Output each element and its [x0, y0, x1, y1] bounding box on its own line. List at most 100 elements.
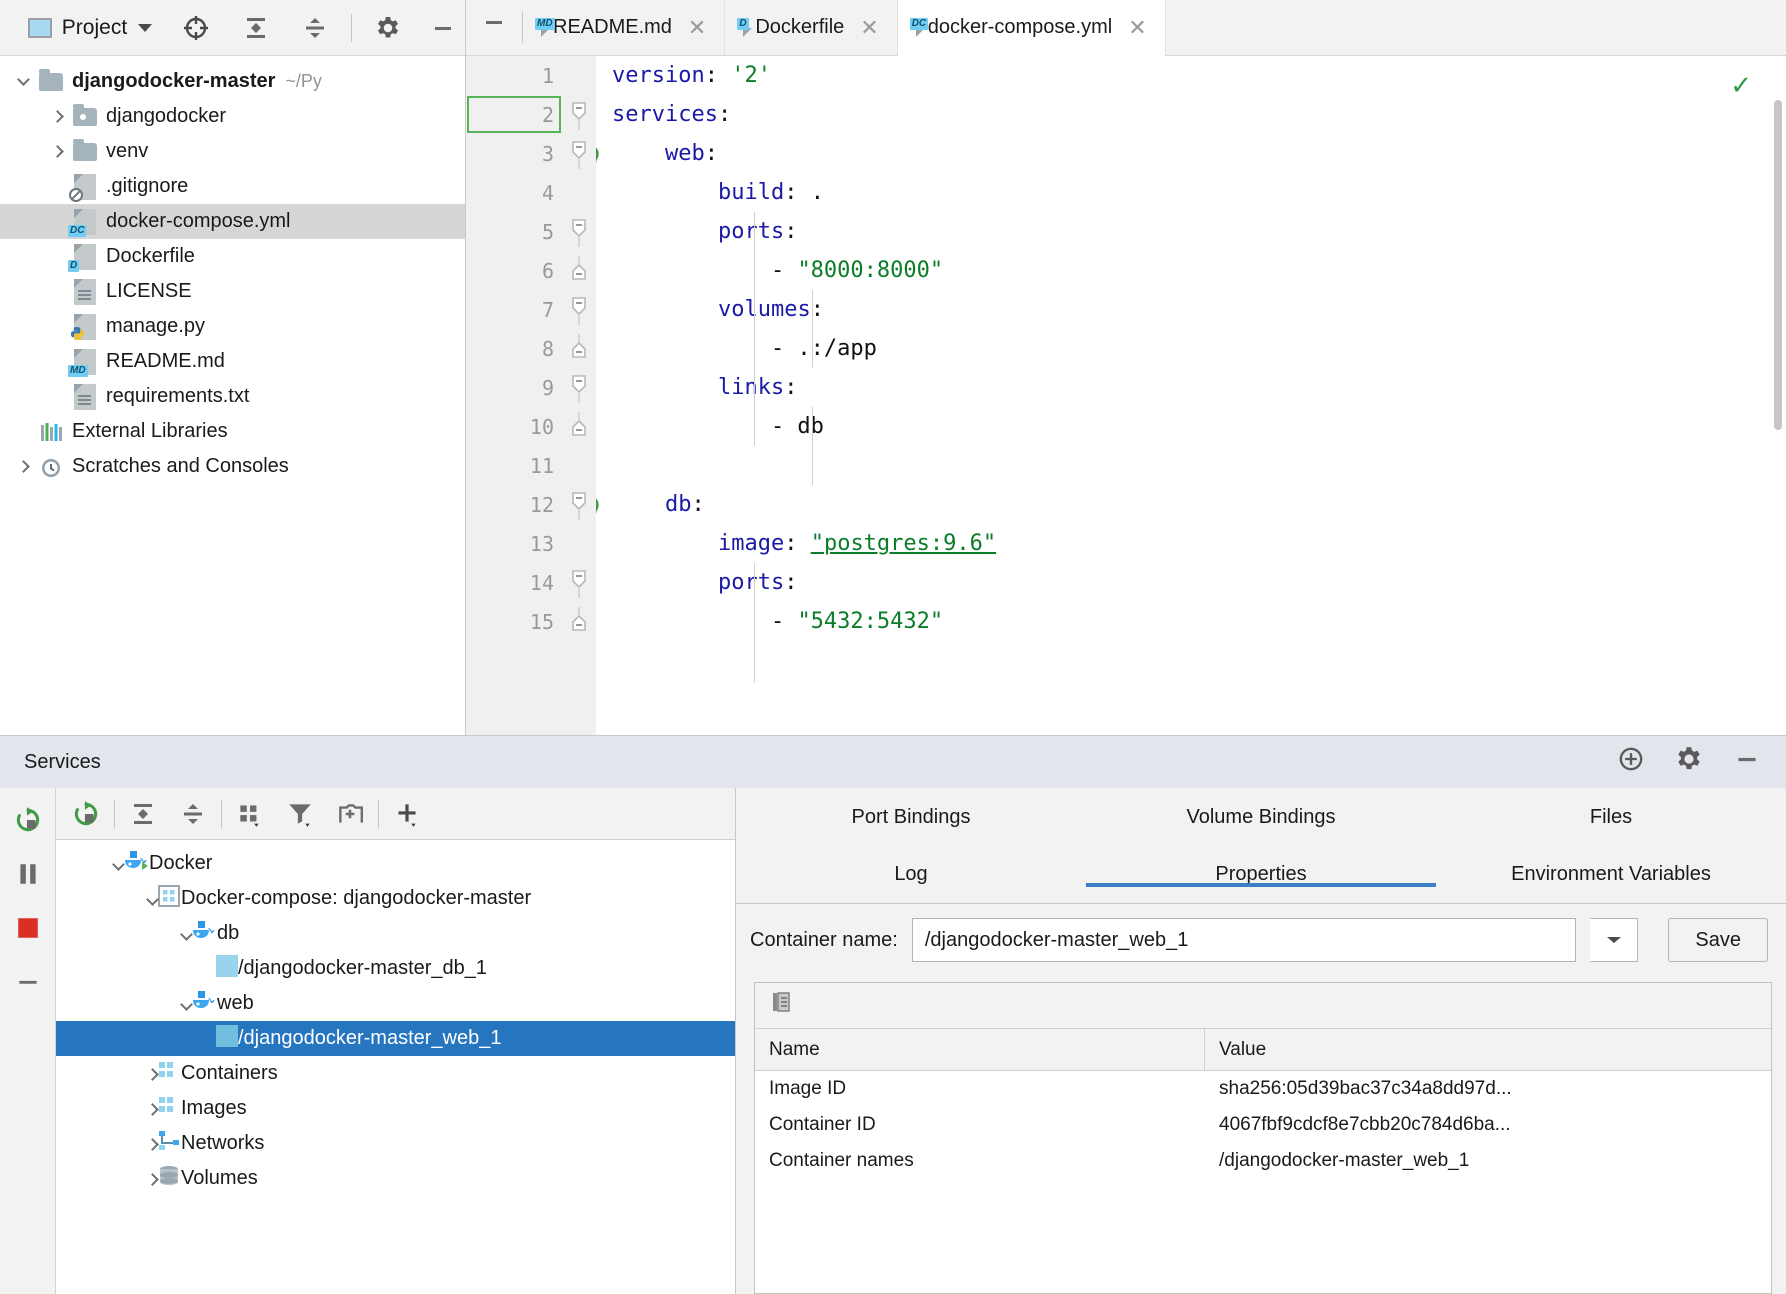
- project-tree-item[interactable]: DCdocker-compose.yml: [0, 204, 465, 239]
- docker-services-tree[interactable]: DockerDocker-compose: djangodocker-maste…: [56, 840, 735, 1294]
- line-number[interactable]: 1: [466, 56, 562, 95]
- fold-marker[interactable]: [562, 485, 596, 524]
- line-number[interactable]: 7: [466, 290, 562, 329]
- services-tree-item[interactable]: Images: [56, 1091, 735, 1126]
- properties-table-body[interactable]: Image IDsha256:05d39bac37c34a8dd97d... Co…: [755, 1071, 1771, 1179]
- chevron-right-icon[interactable]: [148, 1097, 157, 1120]
- detail-tab[interactable]: Log: [736, 863, 1086, 886]
- project-toolbar-title[interactable]: Project: [62, 16, 127, 40]
- line-number[interactable]: 15: [466, 602, 562, 641]
- table-row[interactable]: Container names/djangodocker-master_web_…: [755, 1143, 1771, 1179]
- code-content[interactable]: version: '2'services: web: build: . port…: [596, 56, 1786, 735]
- services-tree-item[interactable]: /djangodocker-master_db_1: [56, 951, 735, 986]
- line-number[interactable]: 10: [466, 407, 562, 446]
- services-tree-item[interactable]: Networks: [56, 1126, 735, 1161]
- chevron-down-icon[interactable]: [114, 852, 123, 875]
- hide-panel-icon[interactable]: [10, 964, 46, 1000]
- code-line[interactable]: links:: [612, 368, 1786, 407]
- project-tree-item[interactable]: DDockerfile: [0, 239, 465, 274]
- line-number[interactable]: 12: [466, 485, 562, 524]
- code-line[interactable]: ports:: [612, 212, 1786, 251]
- project-tree[interactable]: djangodocker-master~/Pydjangodockervenv.…: [0, 56, 465, 735]
- editor-tab[interactable]: MDREADME.md✕: [523, 0, 725, 55]
- close-icon[interactable]: ✕: [688, 17, 706, 39]
- gear-icon[interactable]: [1674, 744, 1704, 780]
- collapse-all-icon[interactable]: [293, 6, 337, 50]
- services-tree-item[interactable]: Volumes: [56, 1161, 735, 1196]
- editor-scrollbar[interactable]: [1774, 100, 1782, 430]
- chevron-right-icon[interactable]: [148, 1167, 157, 1190]
- editor-tab-bar[interactable]: MDREADME.md✕DDockerfile✕DCdocker-compose…: [466, 0, 1786, 56]
- rerun-icon[interactable]: [10, 802, 46, 838]
- project-tree-item[interactable]: djangodocker: [0, 99, 465, 134]
- chevron-right-icon[interactable]: [148, 1132, 157, 1155]
- add-icon[interactable]: [389, 796, 425, 832]
- fold-marker[interactable]: [562, 407, 596, 446]
- project-tree-item[interactable]: venv: [0, 134, 465, 169]
- expand-all-icon[interactable]: [234, 6, 278, 50]
- chevron-down-icon[interactable]: [1590, 918, 1638, 962]
- group-by-icon[interactable]: [232, 796, 268, 832]
- table-row[interactable]: Image IDsha256:05d39bac37c34a8dd97d...: [755, 1071, 1771, 1107]
- chevron-down-icon[interactable]: [182, 992, 191, 1015]
- close-icon[interactable]: ✕: [860, 17, 878, 39]
- editor-gutter[interactable]: 123456789101112131415: [466, 56, 562, 735]
- detail-tab[interactable]: Properties: [1086, 863, 1436, 886]
- chevron-down-icon[interactable]: [148, 887, 157, 910]
- detail-tab[interactable]: Volume Bindings: [1086, 806, 1436, 829]
- services-tree-item[interactable]: web: [56, 986, 735, 1021]
- project-tree-item[interactable]: manage.py: [0, 309, 465, 344]
- project-tree-item[interactable]: External Libraries: [0, 414, 465, 449]
- line-number[interactable]: 11: [466, 446, 562, 485]
- editor-tab[interactable]: DCdocker-compose.yml✕: [898, 0, 1166, 55]
- fold-marker[interactable]: [562, 290, 596, 329]
- detail-tab-row-secondary[interactable]: LogPropertiesEnvironment Variables: [736, 846, 1786, 904]
- copy-icon[interactable]: [769, 990, 795, 1022]
- code-line[interactable]: - .:/app: [612, 329, 1786, 368]
- pause-icon[interactable]: [10, 856, 46, 892]
- code-line[interactable]: - "5432:5432": [612, 602, 1786, 641]
- fold-marker[interactable]: [562, 95, 596, 134]
- chevron-right-icon[interactable]: [44, 112, 70, 121]
- code-line[interactable]: db:: [612, 485, 1786, 524]
- editor-tab[interactable]: DDockerfile✕: [725, 0, 897, 55]
- project-tree-item[interactable]: Scratches and Consoles: [0, 449, 465, 484]
- column-header-name[interactable]: Name: [755, 1029, 1205, 1070]
- chevron-right-icon[interactable]: [44, 147, 70, 156]
- chevron-right-icon[interactable]: [10, 462, 36, 471]
- code-line[interactable]: [612, 446, 1786, 485]
- hide-editor-icon[interactable]: [466, 0, 522, 44]
- locate-icon[interactable]: [174, 6, 218, 50]
- project-tree-item[interactable]: LICENSE: [0, 274, 465, 309]
- line-number[interactable]: 5: [466, 212, 562, 251]
- code-line[interactable]: image: "postgres:9.6": [612, 524, 1786, 563]
- line-number[interactable]: 14: [466, 563, 562, 602]
- detail-tab[interactable]: Port Bindings: [736, 806, 1086, 829]
- gear-icon[interactable]: [366, 6, 410, 50]
- line-number[interactable]: 4: [466, 173, 562, 212]
- fold-marker[interactable]: [562, 329, 596, 368]
- code-line[interactable]: version: '2': [612, 56, 1786, 95]
- fold-marker[interactable]: [562, 212, 596, 251]
- fold-marker[interactable]: [562, 368, 596, 407]
- inspection-ok-icon[interactable]: ✓: [1730, 70, 1752, 101]
- code-line[interactable]: - "8000:8000": [612, 251, 1786, 290]
- container-name-input[interactable]: /djangodocker-master_web_1: [912, 918, 1577, 962]
- fold-marker[interactable]: [562, 134, 596, 173]
- fold-column[interactable]: [562, 56, 596, 735]
- stop-icon[interactable]: [10, 910, 46, 946]
- code-line[interactable]: build: .: [612, 173, 1786, 212]
- rerun-icon[interactable]: [68, 796, 104, 832]
- new-tab-icon[interactable]: [332, 796, 368, 832]
- fold-marker[interactable]: [562, 602, 596, 641]
- project-tree-item[interactable]: requirements.txt: [0, 379, 465, 414]
- chevron-down-icon[interactable]: [182, 922, 191, 945]
- save-button[interactable]: Save: [1668, 918, 1768, 962]
- line-number[interactable]: 13: [466, 524, 562, 563]
- code-line[interactable]: ports:: [612, 563, 1786, 602]
- hide-panel-icon[interactable]: [421, 6, 465, 50]
- services-tree-item[interactable]: Docker-compose: djangodocker-master: [56, 881, 735, 916]
- services-tree-item[interactable]: db: [56, 916, 735, 951]
- line-number[interactable]: 6: [466, 251, 562, 290]
- add-service-icon[interactable]: [1616, 744, 1646, 780]
